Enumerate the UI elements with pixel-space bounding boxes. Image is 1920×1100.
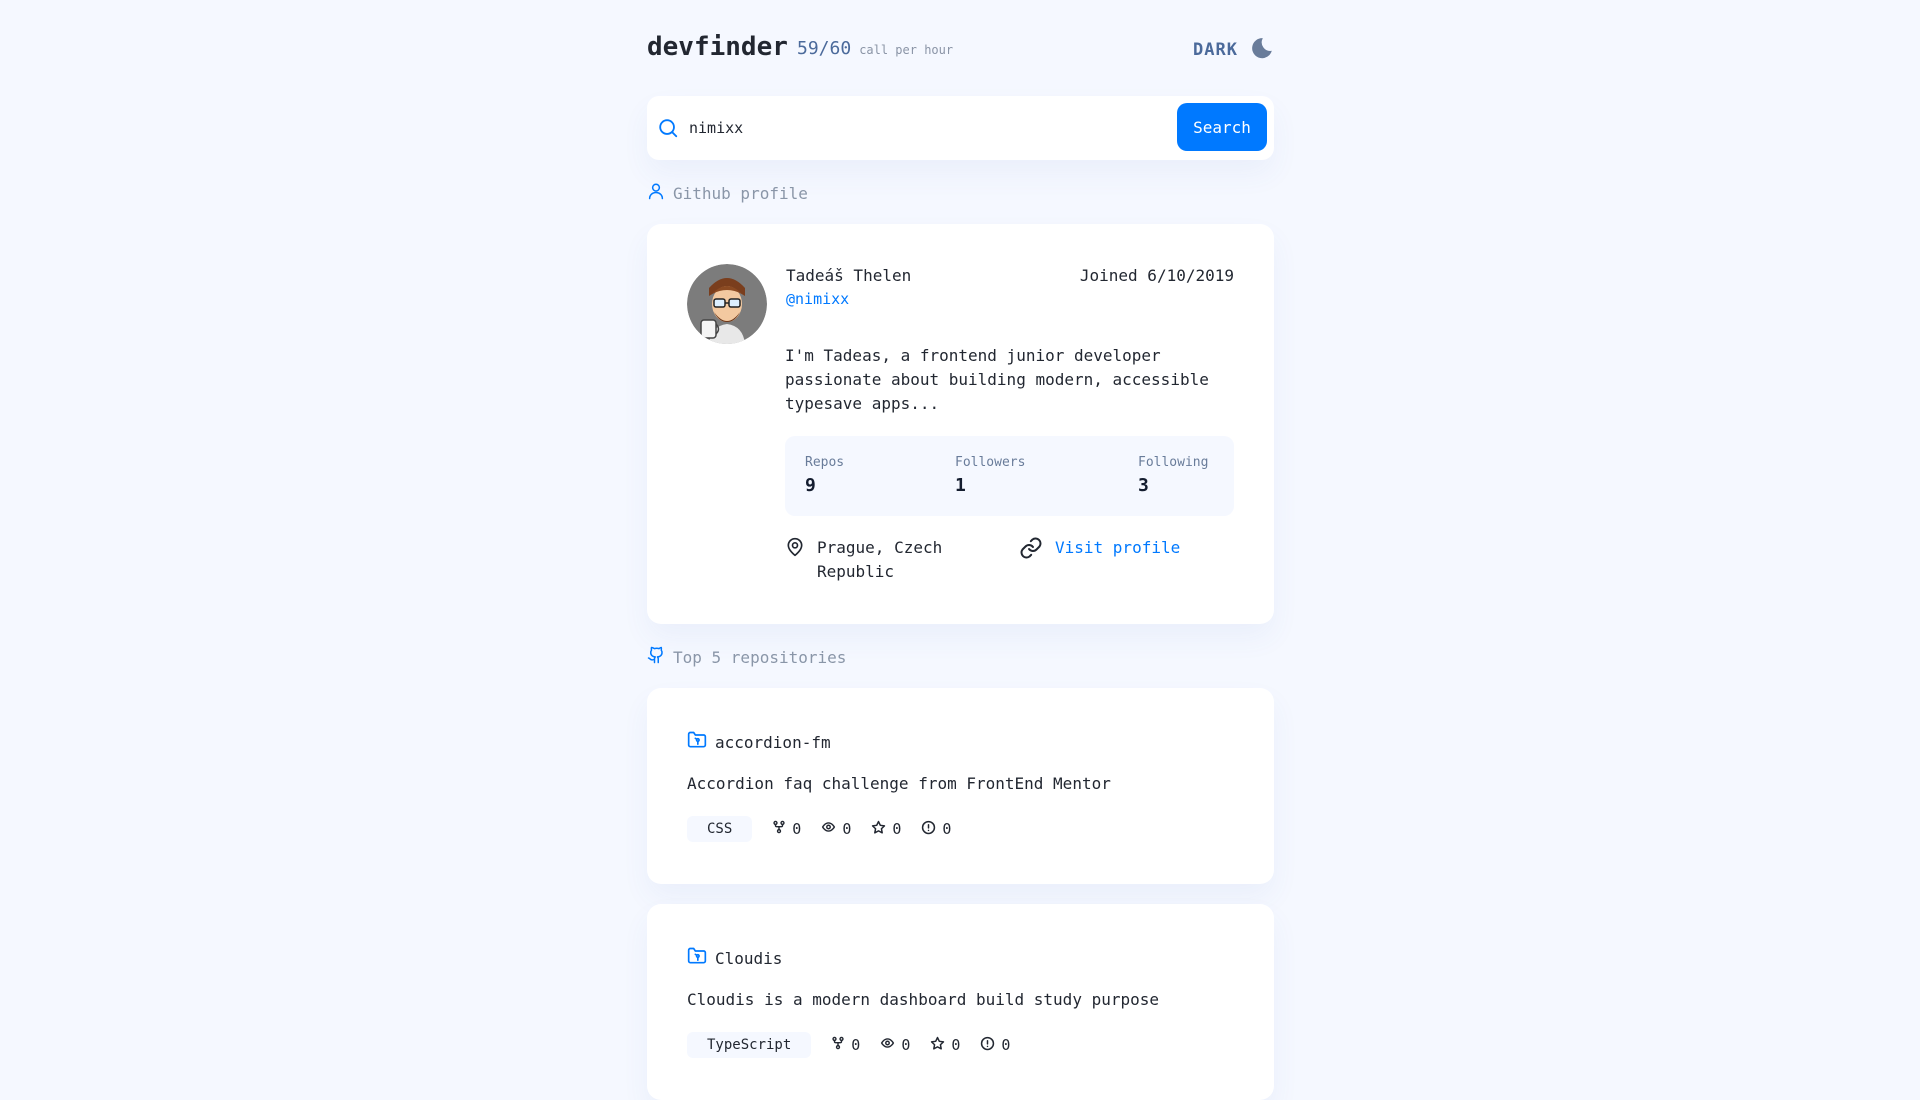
stat-following: Following 3: [1138, 455, 1208, 496]
devfinder-app: devfinder 59/60 call per hour DARK Searc…: [647, 0, 1274, 1100]
profile-bio: I'm Tadeas, a frontend junior developer …: [785, 346, 1209, 413]
eye-icon: [880, 1036, 895, 1054]
repo-card: Cloudis Cloudis is a modern dashboard bu…: [647, 904, 1274, 1100]
profile-login[interactable]: @nimixx: [786, 290, 849, 308]
location-text: Prague, Czech Republic: [817, 538, 943, 581]
repos-section-title: Top 5 repositories: [647, 645, 846, 669]
avatar: [687, 264, 767, 344]
repo-stats: 0 0 0 0: [772, 820, 951, 839]
repo-description: Accordion faq challenge from FrontEnd Me…: [687, 774, 1111, 793]
fork-icon: [772, 820, 786, 838]
folder-git-icon: [687, 946, 707, 970]
fork-icon: [831, 1036, 845, 1054]
star-icon: [871, 820, 886, 839]
stat-value: 3: [1138, 475, 1149, 496]
repo-forks: 0: [772, 820, 801, 838]
rate-limit-count: 59/60: [797, 38, 852, 59]
repo-header: accordion-fm: [687, 730, 831, 754]
repo-stars: 0: [871, 820, 901, 839]
stat-label: Followers: [955, 455, 1026, 470]
repo-tags: TypeScript 0 0 0 0: [687, 1032, 1010, 1058]
moon-icon: [1250, 36, 1274, 64]
stat-repos: Repos 9: [805, 455, 844, 496]
repo-stars: 0: [930, 1036, 960, 1055]
issue-icon: [921, 820, 936, 839]
repo-header: Cloudis: [687, 946, 782, 970]
stat-value: 9: [805, 475, 816, 496]
repo-watchers: 0: [880, 1036, 910, 1054]
repo-issues: 0: [980, 1036, 1010, 1055]
user-icon: [647, 181, 665, 205]
search-bar: Search: [647, 96, 1274, 160]
github-icon: [647, 645, 665, 669]
forks-count: 0: [851, 1036, 861, 1054]
stat-value: 1: [955, 475, 966, 496]
watchers-count: 0: [842, 820, 852, 838]
eye-icon: [821, 820, 836, 838]
stars-count: 0: [951, 1036, 961, 1054]
repo-name[interactable]: accordion-fm: [715, 733, 831, 752]
header: devfinder 59/60 call per hour DARK: [647, 0, 1274, 96]
profile-section-label: Github profile: [673, 183, 808, 203]
repo-issues: 0: [921, 820, 951, 839]
search-icon: [657, 117, 679, 139]
profile-joined-date: Joined 6/10/2019: [1079, 266, 1234, 285]
map-pin-icon: [785, 536, 805, 562]
issue-icon: [980, 1036, 995, 1055]
theme-toggle[interactable]: DARK: [1193, 36, 1274, 64]
watchers-count: 0: [901, 1036, 911, 1054]
stat-followers: Followers 1: [955, 455, 1025, 496]
repo-description: Cloudis is a modern dashboard build stud…: [687, 990, 1160, 1009]
rate-limit-label: call per hour: [859, 43, 954, 57]
stat-label: Following: [1138, 455, 1209, 470]
stat-label: Repos: [805, 455, 845, 470]
profile-link: Visit profile: [1019, 536, 1180, 564]
repo-forks: 0: [831, 1036, 860, 1054]
visit-profile-link[interactable]: Visit profile: [1055, 536, 1180, 560]
profile-name: Tadeáš Thelen: [786, 266, 912, 285]
repos-section-label: Top 5 repositories: [673, 647, 847, 667]
theme-toggle-label: DARK: [1193, 40, 1238, 60]
star-icon: [930, 1036, 945, 1055]
profile-location: Prague, Czech Republic: [785, 536, 985, 584]
profile-section-title: Github profile: [647, 181, 808, 205]
issues-count: 0: [942, 820, 952, 838]
forks-count: 0: [792, 820, 802, 838]
profile-card: Tadeáš Thelen @nimixx Joined 6/10/2019 I…: [647, 224, 1274, 624]
language-badge: TypeScript: [687, 1032, 812, 1058]
app-title: devfinder: [647, 32, 788, 62]
search-button[interactable]: Search: [1177, 103, 1267, 151]
repo-name[interactable]: Cloudis: [715, 949, 782, 968]
repo-stats: 0 0 0 0: [831, 1036, 1010, 1055]
issues-count: 0: [1001, 1036, 1011, 1054]
repo-card: accordion-fm Accordion faq challenge fro…: [647, 688, 1274, 884]
repo-tags: CSS 0 0 0 0: [687, 816, 951, 842]
language-badge: CSS: [687, 816, 753, 842]
link-icon: [1019, 536, 1043, 564]
folder-git-icon: [687, 730, 707, 754]
profile-stats: Repos 9 Followers 1 Following 3: [785, 436, 1234, 516]
rate-limit: 59/60 call per hour: [797, 38, 953, 59]
repo-watchers: 0: [821, 820, 851, 838]
stars-count: 0: [892, 820, 902, 838]
